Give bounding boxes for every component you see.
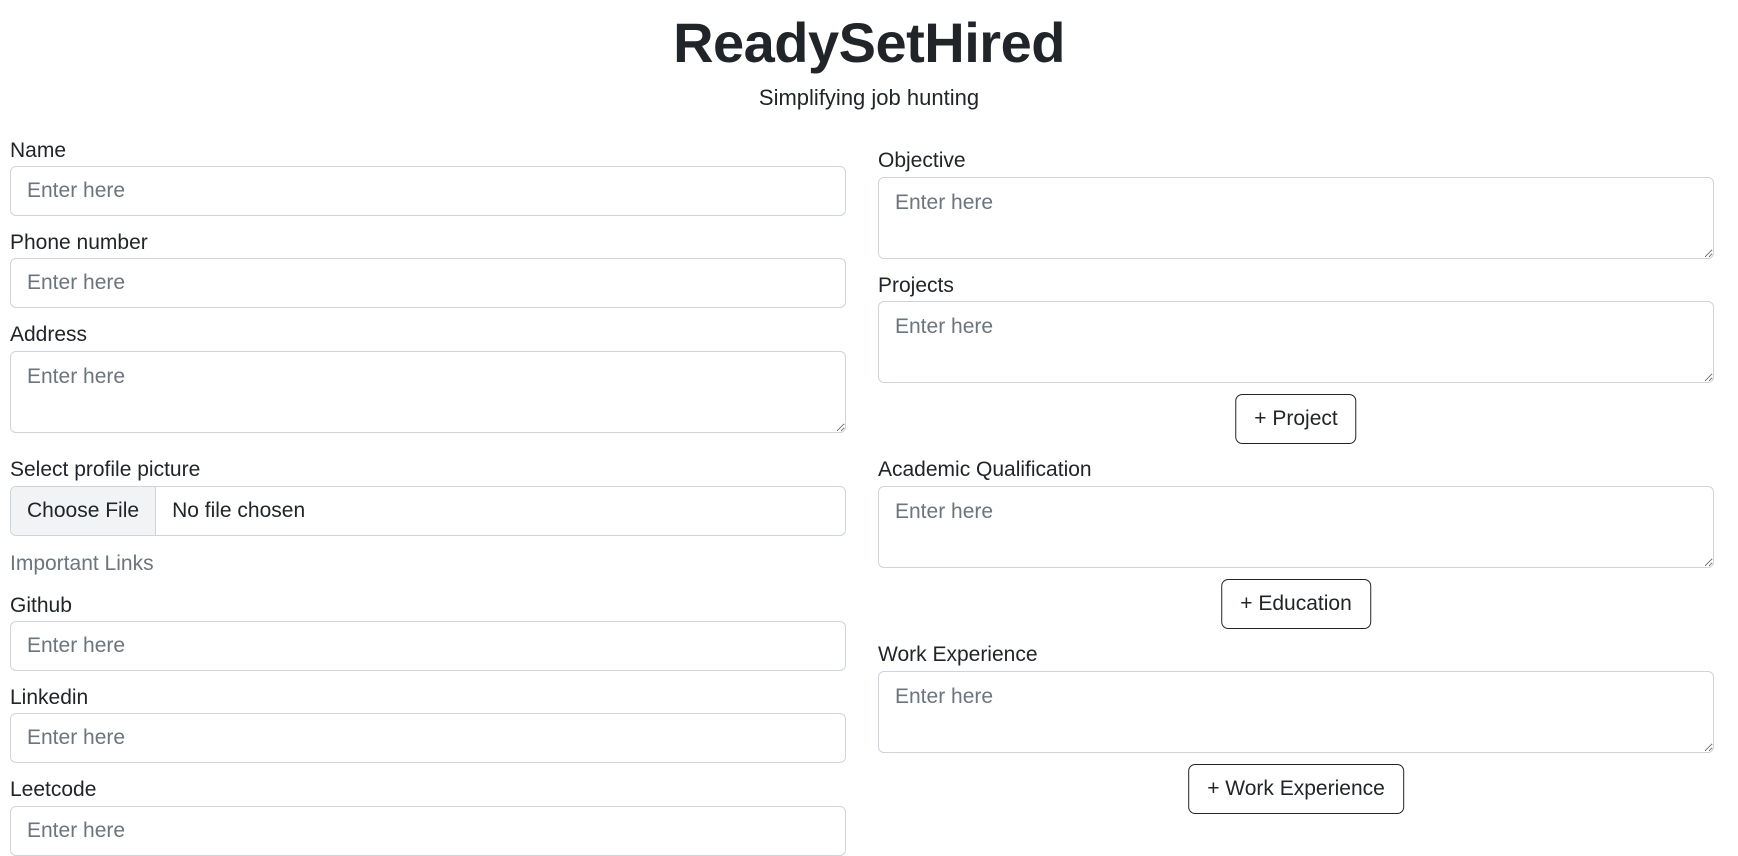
phone-label: Phone number <box>10 231 148 254</box>
work-experience-label: Work Experience <box>878 643 1038 666</box>
linkedin-input[interactable] <box>10 713 846 763</box>
address-textarea[interactable] <box>10 351 846 433</box>
leetcode-input[interactable] <box>10 806 846 856</box>
add-education-button[interactable]: + Education <box>1221 579 1371 629</box>
leetcode-label: Leetcode <box>10 778 97 801</box>
name-input[interactable] <box>10 166 846 216</box>
objective-textarea[interactable] <box>878 177 1714 259</box>
github-label: Github <box>10 594 72 617</box>
add-project-button[interactable]: + Project <box>1235 394 1357 444</box>
phone-input[interactable] <box>10 258 846 308</box>
profile-picture-label: Select profile picture <box>10 458 201 481</box>
add-work-experience-button[interactable]: + Work Experience <box>1188 764 1404 814</box>
projects-label: Projects <box>878 274 954 297</box>
app-subtitle: Simplifying job hunting <box>758 85 980 110</box>
app-title: ReadySetHired <box>673 11 1065 74</box>
name-label: Name <box>10 139 67 162</box>
linkedin-label: Linkedin <box>10 686 89 709</box>
academic-textarea[interactable] <box>878 486 1714 568</box>
academic-label: Academic Qualification <box>878 458 1092 481</box>
address-label: Address <box>10 323 88 346</box>
objective-label: Objective <box>878 149 966 172</box>
projects-textarea[interactable] <box>878 301 1714 383</box>
work-experience-textarea[interactable] <box>878 671 1714 753</box>
github-input[interactable] <box>10 621 846 671</box>
file-status-text: No file chosen <box>172 499 306 522</box>
profile-picture-file-input[interactable]: Choose File No file chosen <box>10 486 846 536</box>
choose-file-button[interactable]: Choose File <box>11 487 157 535</box>
important-links-heading: Important Links <box>10 552 154 575</box>
